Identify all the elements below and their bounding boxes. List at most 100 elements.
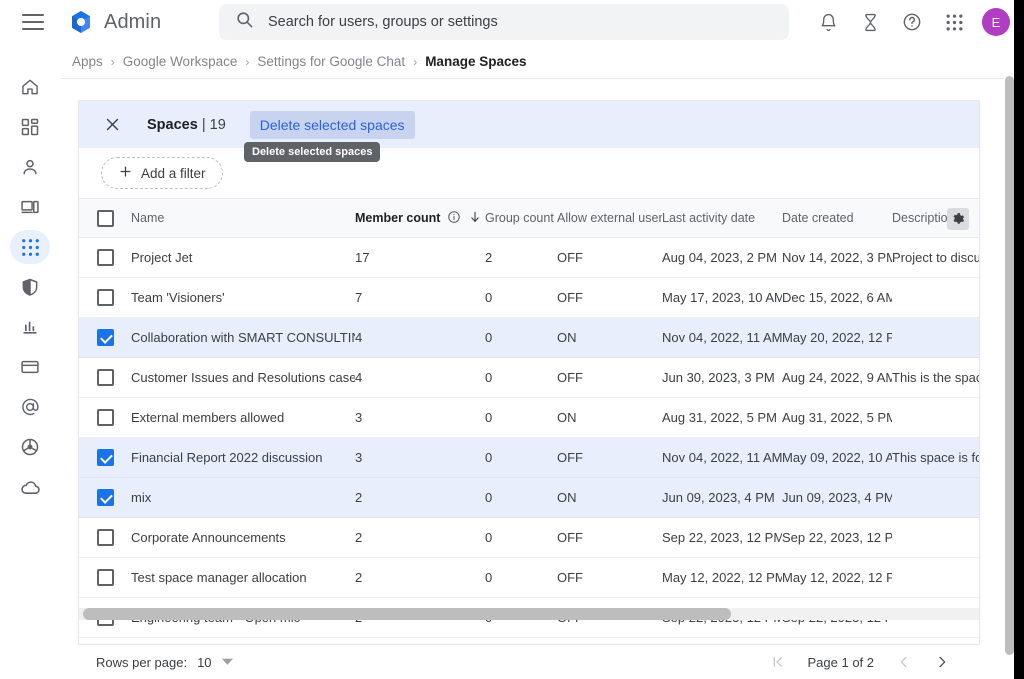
gear-icon[interactable] xyxy=(947,208,969,230)
sidebar-item-reporting[interactable] xyxy=(10,310,50,344)
table-row[interactable]: Corporate Announcements20OFFSep 22, 2023… xyxy=(79,518,979,558)
cell-description: Project to discuss xyxy=(892,250,979,265)
column-header-member-count[interactable]: Member count xyxy=(355,210,485,227)
sidebar-item-users[interactable] xyxy=(10,150,50,184)
cell-allow-external-users: OFF xyxy=(557,450,662,465)
sidebar-item-home[interactable] xyxy=(10,70,50,104)
vertical-scrollbar[interactable] xyxy=(1005,76,1014,655)
select-all-checkbox[interactable] xyxy=(97,210,114,227)
help-icon[interactable] xyxy=(898,8,926,36)
table-row[interactable]: Customer Issues and Resolutions case st…… xyxy=(79,358,979,398)
column-header-last-activity-date[interactable]: Last activity date xyxy=(662,211,782,225)
row-checkbox-cell xyxy=(79,289,131,306)
breadcrumb-item-apps[interactable]: Apps xyxy=(72,54,103,69)
cell-allow-external-users: OFF xyxy=(557,290,662,305)
column-header-member-count-label: Member count xyxy=(355,211,440,225)
table-body: Project Jet172OFFAug 04, 2023, 2 PMNov 1… xyxy=(79,238,979,638)
breadcrumb-divider xyxy=(60,78,1024,79)
table-row[interactable]: Collaboration with SMART CONSULTING40ONN… xyxy=(79,318,979,358)
rows-per-page-select[interactable]: 10 xyxy=(197,655,232,670)
horizontal-scrollbar[interactable] xyxy=(79,608,979,620)
brand-label: Admin xyxy=(104,11,161,34)
row-checkbox[interactable] xyxy=(97,369,114,386)
cell-member-count: 3 xyxy=(355,410,485,425)
cell-group-count: 0 xyxy=(485,290,557,305)
row-checkbox-cell xyxy=(79,249,131,266)
add-filter-chip[interactable]: Add a filter xyxy=(101,157,223,189)
column-header-date-created[interactable]: Date created xyxy=(782,211,892,225)
page-indicator: Page 1 of 2 xyxy=(808,655,875,670)
selection-title: Spaces | 19 xyxy=(147,117,226,133)
sidebar-item-data-migration[interactable] xyxy=(10,430,50,464)
sidebar-item-billing[interactable] xyxy=(10,350,50,384)
row-checkbox[interactable] xyxy=(97,329,114,346)
sidebar-item-apps[interactable] xyxy=(10,230,50,264)
cell-description: This space is focu xyxy=(892,450,979,465)
cell-member-count: 2 xyxy=(355,530,485,545)
delete-selected-spaces-button[interactable]: Delete selected spaces xyxy=(250,111,415,139)
cell-allow-external-users: OFF xyxy=(557,250,662,265)
table-row[interactable]: Test space manager allocation20OFFMay 12… xyxy=(79,558,979,598)
search-input[interactable]: Search for users, groups or settings xyxy=(219,4,789,40)
cell-last-activity-date: Nov 04, 2022, 11 AM xyxy=(662,450,782,465)
column-header-allow-external-users[interactable]: Allow external users xyxy=(557,211,662,225)
chevron-left-icon[interactable] xyxy=(896,654,912,670)
cell-allow-external-users: OFF xyxy=(557,370,662,385)
column-header-name[interactable]: Name xyxy=(131,211,355,225)
table-row[interactable]: External members allowed30ONAug 31, 2022… xyxy=(79,398,979,438)
breadcrumb-item-settings-for-google-chat[interactable]: Settings for Google Chat xyxy=(257,54,405,69)
rows-per-page-value: 10 xyxy=(197,655,211,670)
close-icon[interactable] xyxy=(101,114,123,136)
sidebar-item-devices[interactable] xyxy=(10,190,50,224)
cell-name: External members allowed xyxy=(131,410,355,425)
apps-grid-icon[interactable] xyxy=(940,8,968,36)
table-row[interactable]: mix20ONJun 09, 2023, 4 PMJun 09, 2023, 4… xyxy=(79,478,979,518)
avatar[interactable]: E xyxy=(982,8,1010,36)
breadcrumb-item-google-workspace[interactable]: Google Workspace xyxy=(123,54,238,69)
cell-name: Test space manager allocation xyxy=(131,570,355,585)
google-admin-mark-icon xyxy=(68,9,94,35)
sidebar-item-security[interactable] xyxy=(10,270,50,304)
row-checkbox[interactable] xyxy=(97,489,114,506)
sidebar-nav xyxy=(0,60,60,679)
cell-allow-external-users: ON xyxy=(557,410,662,425)
cell-last-activity-date: May 12, 2022, 12 PM xyxy=(662,570,782,585)
admin-console-page: Admin Search for users, groups or settin… xyxy=(0,0,1024,679)
cell-allow-external-users: OFF xyxy=(557,530,662,545)
hourglass-icon[interactable] xyxy=(856,8,884,36)
row-checkbox[interactable] xyxy=(97,409,114,426)
row-checkbox[interactable] xyxy=(97,569,114,586)
bell-icon[interactable] xyxy=(814,8,842,36)
filter-bar: Add a filter xyxy=(79,148,979,198)
row-checkbox[interactable] xyxy=(97,529,114,546)
table-row[interactable]: Team 'Visioners'70OFFMay 17, 2023, 10 AM… xyxy=(79,278,979,318)
row-checkbox[interactable] xyxy=(97,449,114,466)
first-page-icon[interactable] xyxy=(770,654,786,670)
arrow-down-icon[interactable] xyxy=(468,210,482,227)
row-checkbox[interactable] xyxy=(97,289,114,306)
select-all-cell xyxy=(79,210,131,227)
cell-date-created: Jun 09, 2023, 4 PM xyxy=(782,490,892,505)
sidebar-item-dashboard[interactable] xyxy=(10,110,50,144)
cell-group-count: 0 xyxy=(485,370,557,385)
info-icon[interactable] xyxy=(447,210,461,227)
admin-logo[interactable]: Admin xyxy=(68,9,161,35)
horizontal-scrollbar-thumb[interactable] xyxy=(83,608,731,620)
cell-member-count: 3 xyxy=(355,450,485,465)
sidebar-item-domains[interactable] xyxy=(10,390,50,424)
chevron-down-icon xyxy=(222,655,233,670)
sidebar-item-cloud[interactable] xyxy=(10,470,50,504)
cell-allow-external-users: OFF xyxy=(557,570,662,585)
hamburger-icon[interactable] xyxy=(22,14,44,30)
breadcrumb-item-manage-spaces: Manage Spaces xyxy=(425,54,526,69)
breadcrumb: Apps › Google Workspace › Settings for G… xyxy=(0,44,1024,79)
cell-date-created: Sep 22, 2023, 12 PM xyxy=(782,530,892,545)
cell-member-count: 2 xyxy=(355,490,485,505)
vertical-scrollbar-thumb[interactable] xyxy=(1005,76,1014,655)
column-header-group-count[interactable]: Group count xyxy=(485,211,557,225)
row-checkbox[interactable] xyxy=(97,249,114,266)
table-row[interactable]: Financial Report 2022 discussion30OFFNov… xyxy=(79,438,979,478)
selection-title-text: Spaces xyxy=(147,117,198,133)
chevron-right-icon[interactable] xyxy=(934,654,950,670)
table-row[interactable]: Project Jet172OFFAug 04, 2023, 2 PMNov 1… xyxy=(79,238,979,278)
